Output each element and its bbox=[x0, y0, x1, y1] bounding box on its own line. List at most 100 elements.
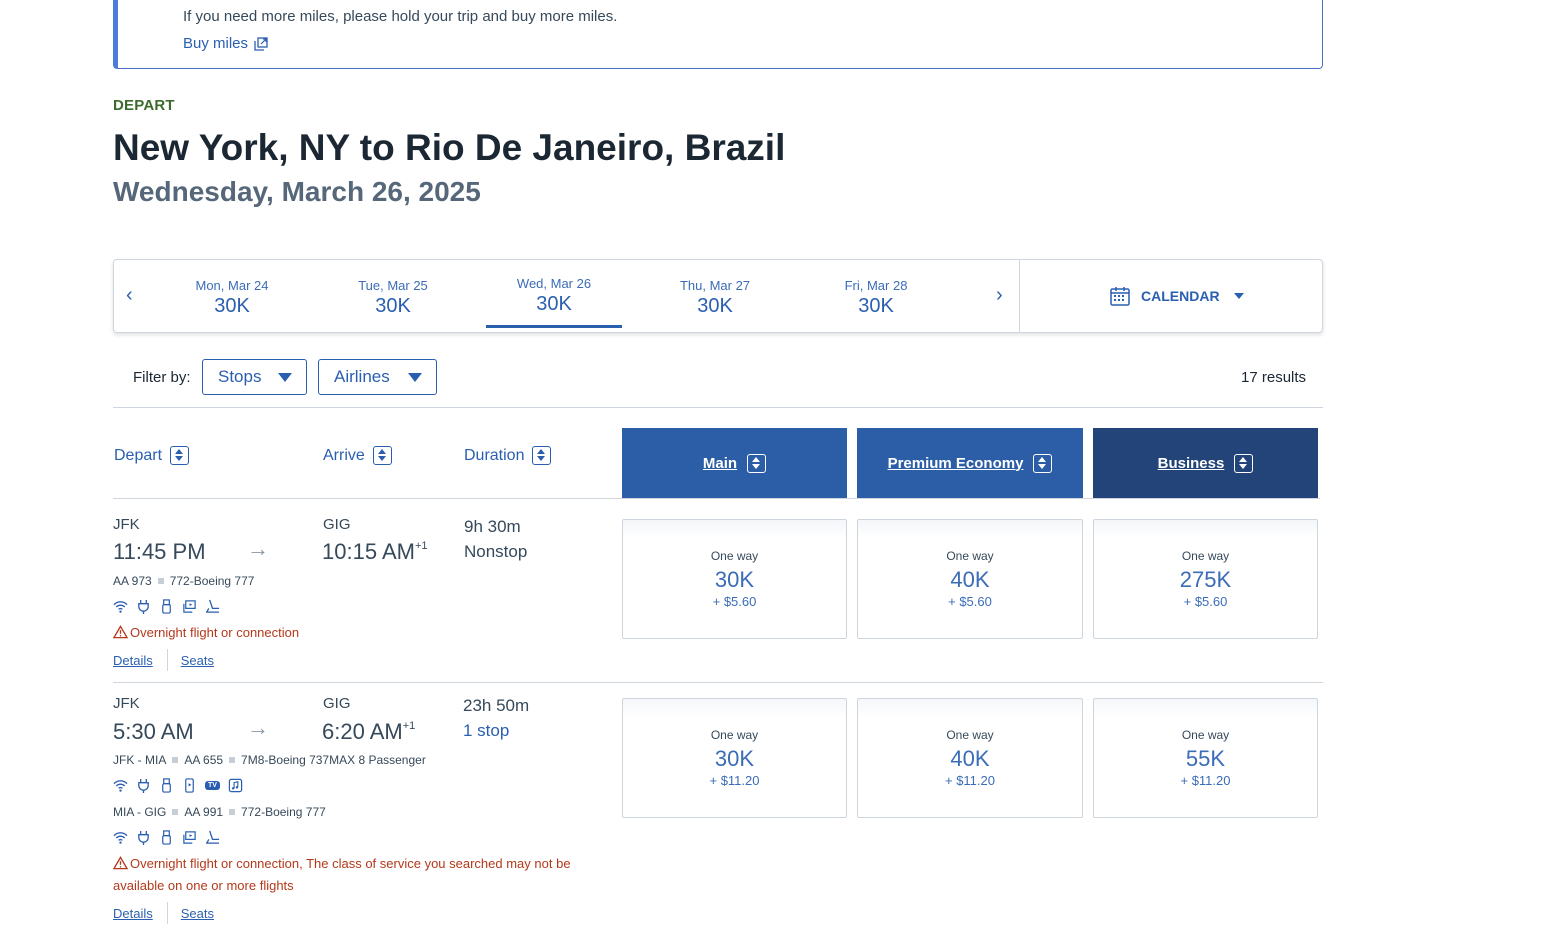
trip-type-label: One way bbox=[1181, 549, 1230, 563]
airlines-filter-dropdown[interactable]: Airlines bbox=[318, 359, 437, 395]
calendar-button[interactable]: CALENDAR bbox=[1109, 285, 1244, 307]
buy-miles-link-label: Buy miles bbox=[183, 35, 249, 52]
previous-dates-button[interactable]: ‹ bbox=[126, 284, 133, 307]
buy-miles-link[interactable]: Buy miles bbox=[183, 35, 268, 52]
trip-type-label: One way bbox=[710, 728, 759, 742]
chevron-down-icon bbox=[1233, 293, 1244, 299]
date-label: Fri, Mar 28 bbox=[844, 278, 908, 293]
seats-link[interactable]: Seats bbox=[181, 653, 214, 668]
miles-price: 40K bbox=[950, 746, 990, 771]
flight-links: Details Seats bbox=[113, 649, 214, 671]
fee-price: + $5.60 bbox=[948, 594, 992, 609]
wifi-icon bbox=[113, 832, 128, 844]
next-dates-button[interactable]: › bbox=[996, 284, 1003, 307]
sort-by-depart-button[interactable]: Depart bbox=[114, 446, 190, 465]
main-cabin-price-button[interactable]: One way 30K + $11.20 bbox=[622, 698, 847, 818]
date-label: Tue, Mar 25 bbox=[358, 278, 428, 293]
date-option-mar-28[interactable]: Fri, Mar 28 30K bbox=[808, 278, 944, 318]
flight-number: AA 973 bbox=[113, 574, 152, 588]
arrival-time-value: 6:20 AM bbox=[322, 719, 403, 744]
miles-price: 55K bbox=[1185, 746, 1226, 771]
flight-duration: 9h 30m bbox=[464, 517, 521, 536]
usb-icon bbox=[162, 830, 171, 845]
wifi-icon bbox=[113, 601, 128, 613]
sort-by-arrive-button[interactable]: Arrive bbox=[323, 446, 392, 465]
miles-price: 40K bbox=[950, 567, 990, 592]
arrow-right-icon: → bbox=[247, 536, 269, 561]
music-icon bbox=[228, 778, 243, 793]
date-option-mar-25[interactable]: Tue, Mar 25 30K bbox=[325, 278, 461, 318]
details-link[interactable]: Details bbox=[113, 653, 153, 668]
main-cabin-price-button[interactable]: One way 30K + $5.60 bbox=[622, 519, 847, 639]
segment-route: MIA - GIG bbox=[113, 805, 167, 819]
departure-time: 11:45 PM bbox=[113, 539, 206, 564]
duration-column-label: Duration bbox=[464, 446, 525, 464]
power-icon bbox=[138, 830, 149, 845]
main-cabin-label: Main bbox=[702, 454, 738, 472]
miles-price: 30K bbox=[714, 746, 755, 771]
flight-duration: 23h 50m bbox=[463, 696, 530, 715]
on-demand-video-icon bbox=[183, 600, 196, 613]
day-offset: +1 bbox=[402, 719, 416, 732]
flight-links: Details Seats bbox=[113, 902, 214, 924]
origin-airport: JFK bbox=[113, 516, 140, 533]
depart-column-label: Depart bbox=[114, 446, 163, 464]
premium-economy-price-button[interactable]: One way 40K + $11.20 bbox=[857, 698, 1083, 818]
amenities bbox=[113, 599, 220, 614]
business-price-button[interactable]: One way 55K + $11.20 bbox=[1093, 698, 1318, 818]
calendar-icon bbox=[1110, 287, 1130, 306]
flight-info: AA 973 772-Boeing 777 bbox=[113, 574, 254, 588]
sort-by-duration-button[interactable]: Duration bbox=[464, 446, 552, 465]
premium-economy-price-button[interactable]: One way 40K + $5.60 bbox=[857, 519, 1083, 639]
date-option-mar-26-selected[interactable]: Wed, Mar 26 30K bbox=[486, 276, 622, 328]
strip-divider bbox=[1019, 260, 1020, 332]
sort-by-main-cabin-button[interactable]: Main bbox=[622, 428, 847, 498]
sort-icon bbox=[532, 446, 552, 465]
date-price: 30K bbox=[536, 293, 572, 315]
buy-miles-notice: If you need more miles, please hold your… bbox=[113, 0, 1323, 69]
divider bbox=[113, 498, 1320, 499]
fee-price: + $5.60 bbox=[712, 594, 757, 609]
lie-flat-seat-icon bbox=[205, 830, 220, 844]
dropdown-arrow-icon bbox=[408, 372, 422, 382]
warning-text: Overnight flight or connection, The clas… bbox=[113, 856, 571, 893]
separator bbox=[166, 649, 168, 671]
details-link[interactable]: Details bbox=[113, 906, 153, 921]
day-offset: +1 bbox=[414, 539, 428, 552]
calendar-label: CALENDAR bbox=[1141, 288, 1220, 304]
sort-by-business-button[interactable]: Business bbox=[1093, 428, 1318, 498]
aircraft-type: 7M8-Boeing 737MAX 8 Passenger bbox=[241, 753, 426, 767]
segment-2-amenities bbox=[113, 830, 220, 845]
date-label: Mon, Mar 24 bbox=[195, 278, 269, 293]
sort-icon bbox=[1234, 453, 1254, 473]
aircraft-type: 772-Boeing 777 bbox=[169, 574, 255, 588]
separator bbox=[166, 902, 168, 924]
date-option-mar-27[interactable]: Thu, Mar 27 30K bbox=[647, 278, 783, 318]
page-title: New York, NY to Rio De Janeiro, Brazil bbox=[113, 127, 786, 168]
segment-2-info: MIA - GIG AA 991 772-Boeing 777 bbox=[113, 805, 326, 819]
trip-type-label: One way bbox=[1181, 728, 1230, 742]
segment-1-info: JFK - MIA AA 655 7M8-Boeing 737MAX 8 Pas… bbox=[113, 753, 426, 767]
stops-filter-label: Stops bbox=[218, 367, 262, 386]
arrival-time-value: 10:15 AM bbox=[322, 539, 415, 564]
business-price-button[interactable]: One way 275K + $5.60 bbox=[1093, 519, 1318, 639]
fee-price: + $11.20 bbox=[944, 773, 995, 788]
date-label: Thu, Mar 27 bbox=[679, 278, 751, 293]
warning-icon bbox=[112, 856, 129, 870]
power-icon bbox=[138, 778, 149, 793]
stops-filter-dropdown[interactable]: Stops bbox=[202, 359, 307, 395]
lie-flat-seat-icon bbox=[205, 599, 220, 613]
stops-info-link[interactable]: 1 stop bbox=[463, 721, 509, 741]
fee-price: + $5.60 bbox=[1183, 594, 1228, 609]
date-option-mar-24[interactable]: Mon, Mar 24 30K bbox=[164, 278, 300, 318]
device-entertainment-icon bbox=[185, 778, 194, 793]
stops-info: Nonstop bbox=[464, 542, 528, 561]
depart-label: DEPART bbox=[113, 97, 175, 114]
separator bbox=[172, 809, 179, 815]
origin-airport: JFK bbox=[113, 695, 140, 712]
power-icon bbox=[138, 599, 149, 614]
seats-link[interactable]: Seats bbox=[181, 906, 214, 921]
divider bbox=[113, 407, 1323, 408]
usb-icon bbox=[162, 778, 171, 793]
sort-by-premium-economy-button[interactable]: Premium Economy bbox=[857, 428, 1083, 498]
